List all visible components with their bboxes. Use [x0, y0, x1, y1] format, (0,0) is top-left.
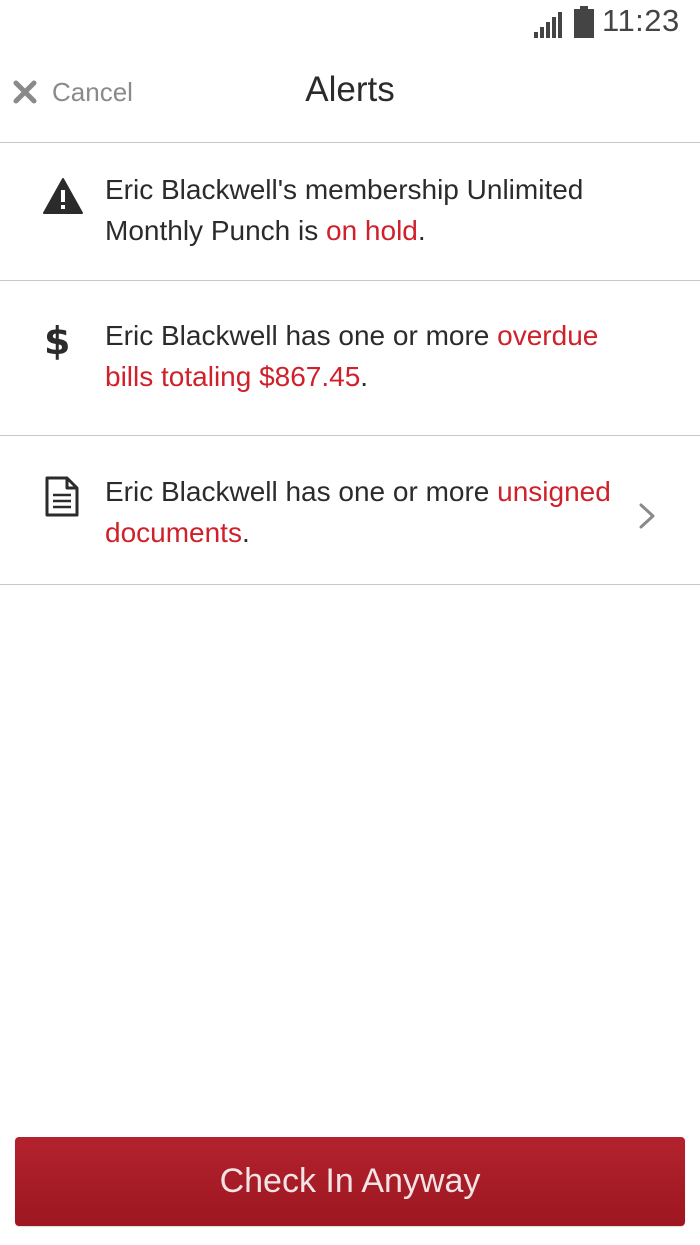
- document-icon: [45, 476, 79, 517]
- check-in-anyway-label: Check In Anyway: [219, 1162, 481, 1200]
- cancel-button[interactable]: Cancel: [12, 72, 133, 112]
- alert-overdue-bills: $ Eric Blackwell has one or more overdue…: [0, 281, 700, 436]
- alert-text: Eric Blackwell's membership Unlimited Mo…: [105, 174, 584, 246]
- alert-highlight: on hold: [326, 215, 418, 246]
- alert-text: Eric Blackwell has one or more unsigned …: [105, 476, 611, 548]
- close-icon: [13, 80, 37, 104]
- alert-unsigned-documents[interactable]: Eric Blackwell has one or more unsigned …: [0, 436, 700, 585]
- dollar-icon: $: [44, 319, 70, 361]
- check-in-anyway-button[interactable]: Check In Anyway: [15, 1137, 685, 1226]
- alert-text: Eric Blackwell has one or more overdue b…: [105, 320, 599, 392]
- status-bar: 11:23: [0, 0, 700, 50]
- status-time: 11:23: [602, 3, 680, 38]
- svg-text:$: $: [44, 319, 70, 361]
- cancel-label: Cancel: [52, 76, 133, 107]
- warning-icon: [43, 178, 83, 214]
- alert-membership-on-hold: Eric Blackwell's membership Unlimited Mo…: [0, 143, 700, 281]
- header-bar: Cancel Alerts: [0, 50, 700, 143]
- battery-icon: [574, 6, 594, 38]
- signal-icon: [534, 12, 562, 38]
- chevron-right-icon[interactable]: [638, 502, 656, 530]
